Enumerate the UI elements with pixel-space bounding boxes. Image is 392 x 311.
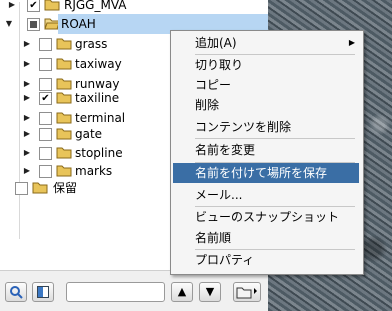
menu-item-label: 名前を付けて場所を保存 <box>195 166 328 180</box>
search-button[interactable] <box>5 282 27 302</box>
menu-item-label: 追加(A) <box>195 36 237 50</box>
down-arrow-icon: ▼ <box>205 285 215 298</box>
menu-item-add[interactable]: 追加(A) ▶ <box>173 33 359 53</box>
menu-item-label: 切り取り <box>195 58 244 72</box>
folder-icon <box>56 112 72 124</box>
places-toolbar: ▲ ▼ <box>0 270 268 311</box>
menu-item-snapshot-view[interactable]: ビューのスナップショット <box>173 207 359 227</box>
expand-arrow-icon[interactable]: ▶ <box>22 124 32 144</box>
expand-arrow-icon[interactable]: ▶ <box>22 143 32 163</box>
visibility-checkbox[interactable] <box>39 58 52 71</box>
view-toggle-button[interactable] <box>32 282 54 302</box>
menu-item-label: コンテンツを削除 <box>195 120 292 134</box>
submenu-arrow-icon: ▶ <box>348 38 355 47</box>
menu-item-delete-contents[interactable]: コンテンツを削除 <box>173 117 359 137</box>
menu-item-cut[interactable]: 切り取り <box>173 55 359 75</box>
menu-item-label: 名前を変更 <box>195 143 256 157</box>
tree-item-rjgg-mva[interactable]: ▶ ✔ RJGG_MVA <box>0 0 268 15</box>
menu-item-save-place-as[interactable]: 名前を付けて場所を保存 <box>173 163 359 183</box>
move-up-button[interactable]: ▲ <box>171 282 193 302</box>
menu-item-properties[interactable]: プロパティ <box>173 250 359 270</box>
folder-menu-button[interactable] <box>233 282 261 302</box>
visibility-checkbox[interactable] <box>39 165 52 178</box>
tree-item-label: taxiline <box>75 91 120 105</box>
expand-arrow-icon[interactable]: ▶ <box>22 54 32 74</box>
visibility-checkbox[interactable]: ✔ <box>27 0 40 12</box>
folder-icon <box>56 128 72 140</box>
visibility-checkbox[interactable]: ✔ <box>39 92 52 105</box>
tree-item-label: RJGG_MVA <box>64 0 127 12</box>
tree-item-label: grass <box>75 37 108 51</box>
move-down-button[interactable]: ▼ <box>199 282 221 302</box>
menu-item-rename[interactable]: 名前を変更 <box>173 140 359 160</box>
menu-item-copy[interactable]: コピー <box>173 75 359 95</box>
visibility-checkbox[interactable] <box>39 147 52 160</box>
tree-item-label: stopline <box>75 146 123 160</box>
folder-icon <box>44 0 60 11</box>
tree-item-label: gate <box>75 127 103 141</box>
up-arrow-icon: ▲ <box>177 285 187 298</box>
menu-item-sort-by-name[interactable]: 名前順 <box>173 228 359 248</box>
collapse-arrow-icon[interactable]: ▼ <box>4 14 14 34</box>
visibility-checkbox[interactable] <box>27 18 40 31</box>
expand-arrow-icon[interactable]: ▶ <box>22 34 32 54</box>
folder-icon <box>56 147 72 159</box>
menu-item-label: ビューのスナップショット <box>195 210 340 224</box>
context-menu: 追加(A) ▶ 切り取り コピー 削除 コンテンツを削除 名前を変更 名前を付け… <box>170 30 364 275</box>
folder-menu-icon <box>236 287 257 299</box>
visibility-checkbox[interactable] <box>15 182 28 195</box>
menu-item-delete[interactable]: 削除 <box>173 95 359 115</box>
tree-item-label: taxiway <box>75 57 122 71</box>
folder-icon <box>56 92 72 104</box>
tree-item-label: 保留 <box>53 181 78 195</box>
folder-icon <box>56 38 72 50</box>
menu-item-label: メール... <box>195 188 243 202</box>
menu-item-label: コピー <box>195 78 232 92</box>
menu-separator <box>195 138 355 139</box>
folder-icon <box>32 182 48 194</box>
expand-arrow-icon[interactable]: ▶ <box>7 0 17 15</box>
expand-arrow-icon[interactable]: ▶ <box>22 88 32 108</box>
folder-icon <box>56 58 72 70</box>
visibility-checkbox[interactable] <box>39 38 52 51</box>
magnifier-icon <box>10 286 23 299</box>
folder-icon <box>56 165 72 177</box>
visibility-checkbox[interactable] <box>39 128 52 141</box>
search-input[interactable] <box>66 282 165 302</box>
menu-item-label: 削除 <box>195 98 220 112</box>
menu-item-email[interactable]: メール... <box>173 185 359 205</box>
panel-view-icon <box>37 286 49 298</box>
menu-item-label: 名前順 <box>195 231 232 245</box>
menu-item-label: プロパティ <box>195 253 255 267</box>
